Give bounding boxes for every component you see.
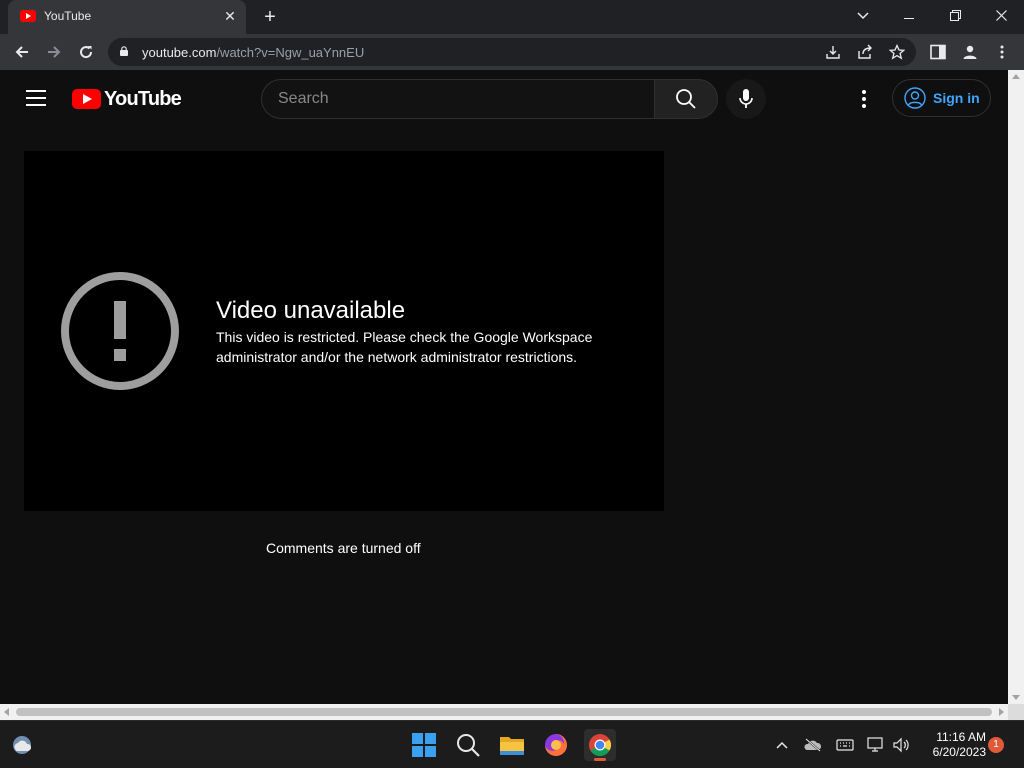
close-icon — [995, 10, 1007, 21]
reload-button[interactable] — [74, 40, 98, 64]
network-icon — [867, 737, 883, 752]
scrollbar-corner — [1008, 704, 1024, 720]
start-button[interactable] — [408, 729, 440, 761]
microphone-icon — [739, 89, 753, 108]
browser-tab-youtube[interactable]: YouTube ✕ — [8, 0, 246, 34]
youtube-page: YouTube Sign in Video unavailable This v… — [0, 70, 1008, 704]
hamburger-line — [26, 97, 46, 99]
voice-search-button[interactable] — [726, 79, 766, 119]
side-panel-icon — [930, 44, 946, 60]
dot — [862, 90, 866, 94]
arrow-right-icon — [48, 46, 61, 58]
search-button[interactable] — [654, 79, 718, 119]
comments-status: Comments are turned off — [266, 540, 421, 556]
scroll-up-icon[interactable] — [1012, 74, 1020, 79]
side-panel-button[interactable] — [928, 42, 948, 62]
address-url[interactable]: youtube.com/watch?v=Ngw_uaYnnEU — [142, 45, 364, 60]
back-button[interactable] — [10, 40, 34, 64]
account-circle-icon — [904, 87, 926, 109]
youtube-favicon-icon — [20, 10, 36, 22]
share-icon — [858, 44, 872, 59]
close-window-button[interactable] — [978, 0, 1024, 30]
profile-icon — [963, 45, 977, 59]
search-icon — [457, 734, 480, 757]
forward-button[interactable] — [42, 40, 66, 64]
more-vert-icon — [1000, 45, 1004, 59]
star-icon — [888, 43, 906, 60]
youtube-wordmark: YouTube — [104, 88, 182, 110]
download-icon — [826, 46, 840, 59]
browser-titlebar: YouTube ✕ + — [0, 0, 1024, 34]
search-input[interactable] — [278, 88, 638, 110]
install-app-button[interactable] — [824, 44, 842, 62]
active-indicator — [594, 758, 606, 761]
onedrive-tray-button[interactable] — [803, 735, 823, 755]
restore-button[interactable] — [932, 0, 978, 30]
speaker-icon — [893, 737, 909, 753]
windows-taskbar: 11:16 AM 6/20/2023 1 — [0, 720, 1024, 768]
video-player[interactable]: Video unavailable This video is restrict… — [24, 151, 664, 511]
youtube-play-icon — [72, 89, 101, 109]
minimize-button[interactable] — [886, 0, 932, 30]
chrome-menu-button[interactable] — [992, 42, 1012, 62]
notification-badge[interactable]: 1 — [988, 737, 1004, 753]
show-hidden-icons-button[interactable] — [772, 735, 792, 755]
url-path: /watch?v=Ngw_uaYnnEU — [216, 45, 365, 60]
lock-icon[interactable] — [120, 46, 128, 56]
minimize-icon — [904, 18, 914, 19]
scroll-down-icon[interactable] — [1012, 695, 1020, 700]
chevron-up-icon — [776, 741, 788, 749]
firefox-icon — [545, 734, 567, 756]
vertical-scrollbar[interactable] — [1008, 70, 1024, 704]
chevron-down-icon — [857, 12, 869, 20]
tab-close-button[interactable]: ✕ — [222, 8, 238, 24]
dot — [862, 104, 866, 108]
taskbar-search-button[interactable] — [452, 729, 484, 761]
tab-search-dropdown-button[interactable] — [840, 0, 886, 30]
search-box — [261, 79, 655, 119]
profile-button[interactable] — [960, 42, 980, 62]
keyboard-tray-button[interactable] — [835, 735, 855, 755]
widgets-button[interactable] — [8, 731, 36, 759]
chrome-icon — [589, 734, 611, 756]
alert-icon — [61, 272, 179, 390]
clock[interactable]: 11:16 AM 6/20/2023 — [918, 730, 986, 760]
settings-menu-button[interactable] — [852, 88, 876, 112]
restore-icon — [949, 10, 961, 21]
share-button[interactable] — [856, 44, 874, 62]
error-title: Video unavailable — [216, 297, 406, 324]
guide-menu-button[interactable] — [26, 90, 46, 106]
keyboard-icon — [836, 739, 854, 751]
hamburger-line — [26, 90, 46, 92]
reload-icon — [80, 46, 93, 59]
weather-cloud-icon — [13, 736, 32, 754]
firefox-button[interactable] — [540, 729, 572, 761]
volume-tray-button[interactable] — [891, 735, 911, 755]
arrow-left-icon — [15, 46, 28, 58]
horizontal-scroll-thumb[interactable] — [16, 708, 992, 716]
scroll-right-icon[interactable] — [999, 708, 1004, 716]
sign-in-label: Sign in — [933, 90, 980, 106]
network-tray-button[interactable] — [866, 735, 886, 755]
error-message: This video is restricted. Please check t… — [216, 329, 593, 365]
clock-date: 6/20/2023 — [932, 745, 986, 759]
windows-logo-icon — [412, 733, 436, 757]
address-bar[interactable]: youtube.com/watch?v=Ngw_uaYnnEU — [108, 38, 916, 66]
url-domain: youtube.com — [142, 45, 217, 60]
sign-in-button[interactable]: Sign in — [892, 79, 991, 117]
new-tab-button[interactable]: + — [258, 6, 282, 28]
browser-toolbar: youtube.com/watch?v=Ngw_uaYnnEU — [0, 34, 1024, 70]
clock-time: 11:16 AM — [936, 730, 986, 744]
dot — [862, 97, 866, 101]
hamburger-line — [26, 104, 46, 106]
horizontal-scrollbar[interactable] — [0, 704, 1008, 720]
cloud-off-icon — [804, 738, 822, 752]
chrome-taskbar-button[interactable] — [584, 729, 616, 761]
scroll-left-icon[interactable] — [4, 708, 9, 716]
search-icon — [676, 89, 696, 109]
bookmark-button[interactable] — [888, 43, 906, 62]
file-explorer-button[interactable] — [496, 729, 528, 761]
tab-title: YouTube — [44, 9, 92, 23]
folder-icon — [500, 737, 524, 755]
